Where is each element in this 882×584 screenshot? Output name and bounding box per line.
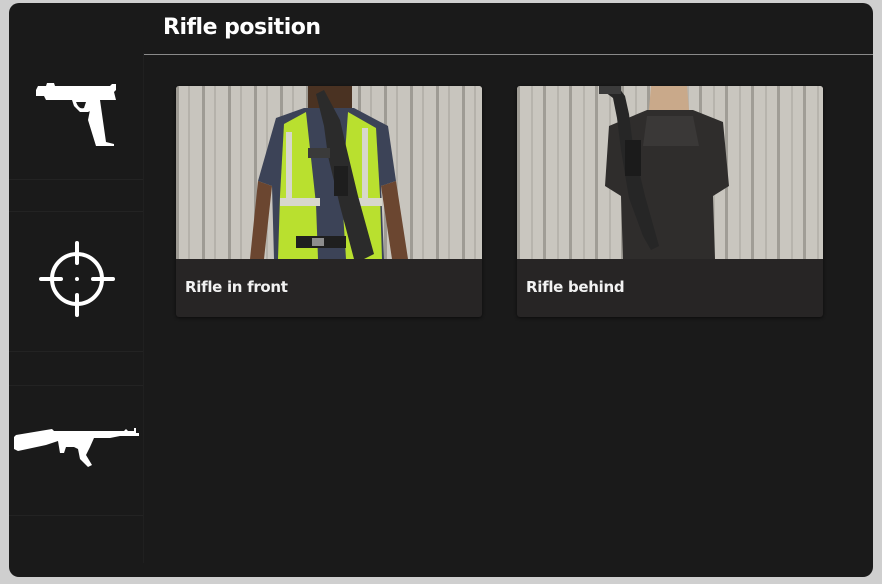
page-title: Rifle position — [163, 15, 321, 40]
sidebar-divider — [9, 179, 144, 180]
option-label: Rifle behind — [526, 278, 625, 296]
pistol-icon — [32, 82, 122, 150]
option-card-rifle-behind[interactable]: Rifle behind — [517, 86, 823, 317]
sidebar-item-rifle[interactable] — [9, 385, 144, 515]
crosshair-icon — [38, 241, 115, 321]
title-divider — [144, 54, 873, 55]
sidebar-divider — [9, 351, 144, 352]
sidebar-item-pistol[interactable] — [9, 53, 144, 179]
rifle-position-window: Rifle position Rifle in front Rifle behi… — [9, 3, 873, 577]
assault-rifle-icon — [13, 427, 140, 473]
sidebar — [9, 53, 144, 563]
character-rifle-front-image — [176, 86, 482, 259]
sidebar-item-scope[interactable] — [9, 211, 144, 351]
option-label: Rifle in front — [185, 278, 288, 296]
option-card-rifle-front[interactable]: Rifle in front — [176, 86, 482, 317]
character-rifle-back-image — [517, 86, 823, 259]
sidebar-divider — [9, 515, 144, 516]
sidebar-border — [143, 53, 144, 563]
